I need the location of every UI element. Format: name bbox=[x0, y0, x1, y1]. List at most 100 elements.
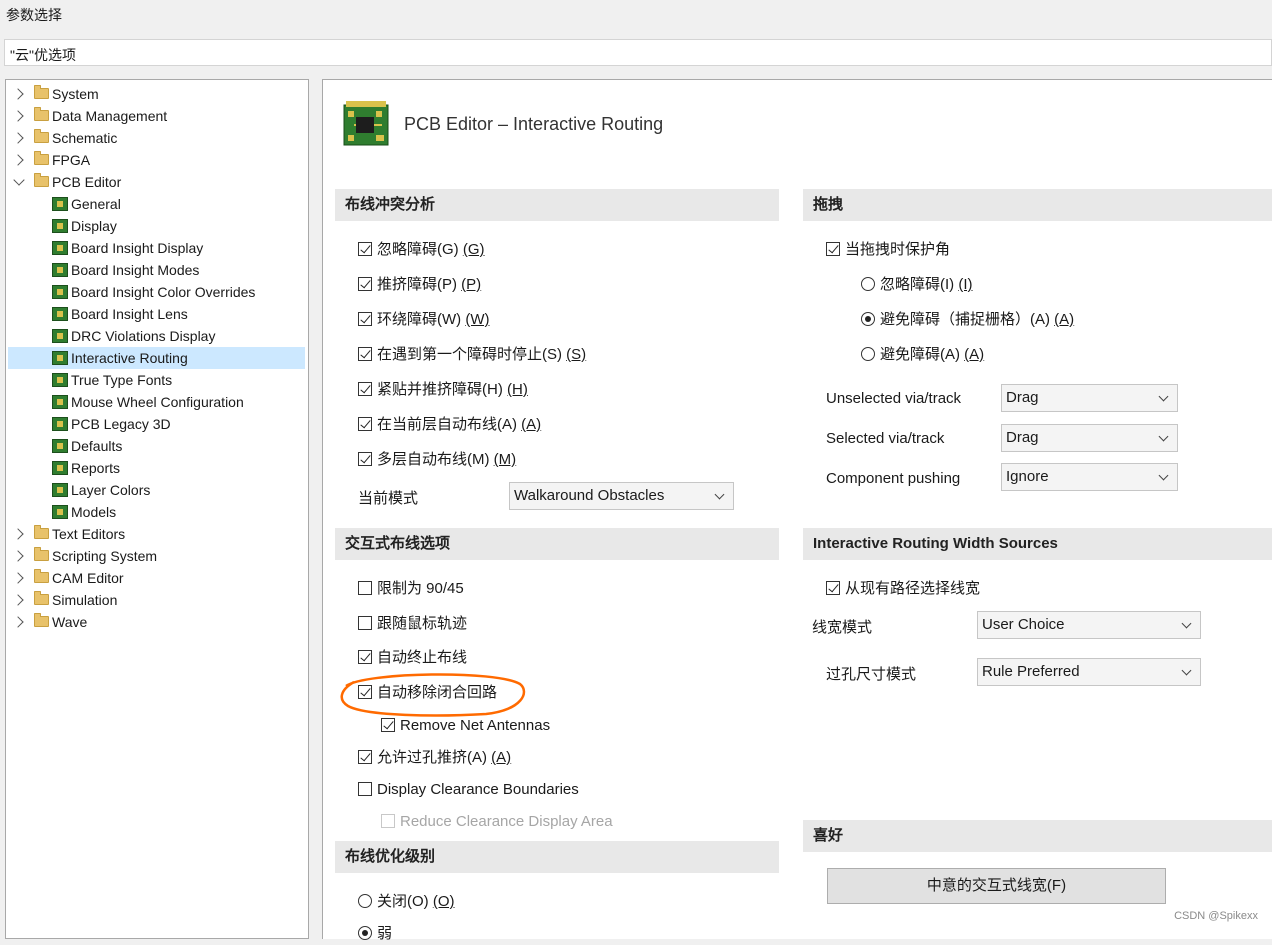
checkbox[interactable] bbox=[358, 312, 372, 326]
pcb-page-icon bbox=[52, 219, 68, 233]
tree-item-true-type-fonts[interactable]: True Type Fonts bbox=[8, 369, 305, 391]
via-size-mode-select[interactable]: Rule Preferred bbox=[977, 658, 1201, 686]
chevron-right-icon[interactable] bbox=[12, 616, 24, 628]
tree-item-layer-colors[interactable]: Layer Colors bbox=[8, 479, 305, 501]
pcb-page-icon bbox=[52, 461, 68, 475]
tree-item-scripting-system[interactable]: Scripting System bbox=[8, 545, 305, 567]
tree-item-text-editors[interactable]: Text Editors bbox=[8, 523, 305, 545]
tree-item-label: Simulation bbox=[52, 592, 118, 608]
checkbox[interactable] bbox=[358, 452, 372, 466]
pcb-page-icon bbox=[52, 329, 68, 343]
option-label: Remove Net Antennas bbox=[400, 715, 550, 737]
option-text: 忽略障碍(I) bbox=[880, 276, 955, 293]
component-pushing-select[interactable]: Ignore bbox=[1001, 463, 1178, 491]
access-key: (M) bbox=[493, 451, 517, 468]
tree-item-label: Text Editors bbox=[52, 526, 126, 542]
tree-item-drc-violations-display[interactable]: DRC Violations Display bbox=[8, 325, 305, 347]
checkbox[interactable] bbox=[358, 417, 372, 431]
checkbox[interactable] bbox=[358, 242, 372, 256]
checkbox[interactable] bbox=[358, 616, 372, 630]
chevron-right-icon[interactable] bbox=[12, 154, 24, 166]
access-key: (S) bbox=[566, 346, 587, 363]
chevron-right-icon[interactable] bbox=[12, 550, 24, 562]
tree-item-cam-editor[interactable]: CAM Editor bbox=[8, 567, 305, 589]
tree-item-board-insight-color-overrides[interactable]: Board Insight Color Overrides bbox=[8, 281, 305, 303]
radio-button[interactable] bbox=[861, 347, 875, 361]
tree-item-data-management[interactable]: Data Management bbox=[8, 105, 305, 127]
chevron-right-icon[interactable] bbox=[12, 88, 24, 100]
pcb-page-icon bbox=[52, 307, 68, 321]
chevron-right-icon[interactable] bbox=[12, 110, 24, 122]
tree-item-label: Scripting System bbox=[52, 548, 158, 564]
unselected-via-select[interactable]: Drag bbox=[1001, 384, 1178, 412]
tree-item-models[interactable]: Models bbox=[8, 501, 305, 523]
tab-cloud-prefs[interactable]: "云"优选项 bbox=[10, 45, 76, 65]
checkbox[interactable] bbox=[358, 581, 372, 595]
width-mode-select[interactable]: User Choice bbox=[977, 611, 1201, 639]
option-label: 自动终止布线 bbox=[377, 647, 467, 669]
preferences-tree[interactable]: System Data Management Schematic FPGA PCB Ed… bbox=[5, 79, 309, 939]
radio-button[interactable] bbox=[358, 894, 372, 908]
tree-item-board-insight-display[interactable]: Board Insight Display bbox=[8, 237, 305, 259]
folder-icon bbox=[34, 107, 49, 121]
option-label: 关闭(O) (O) bbox=[377, 891, 455, 913]
tree-item-wave[interactable]: Wave bbox=[8, 611, 305, 633]
checkbox[interactable] bbox=[358, 750, 372, 764]
selected-via-select[interactable]: Drag bbox=[1001, 424, 1178, 452]
tree-item-interactive-routing[interactable]: Interactive Routing bbox=[8, 347, 305, 369]
tree-item-simulation[interactable]: Simulation bbox=[8, 589, 305, 611]
chevron-down-icon bbox=[1158, 470, 1169, 481]
favorite-widths-button[interactable]: 中意的交互式线宽(F) bbox=[827, 868, 1166, 904]
tree-item-pcb-editor[interactable]: PCB Editor bbox=[8, 171, 305, 193]
tree-item-display[interactable]: Display bbox=[8, 215, 305, 237]
radio-button[interactable] bbox=[861, 277, 875, 291]
checkbox[interactable] bbox=[358, 782, 372, 796]
tree-item-board-insight-modes[interactable]: Board Insight Modes bbox=[8, 259, 305, 281]
access-key: (G) bbox=[462, 241, 485, 258]
folder-icon bbox=[34, 525, 49, 539]
option-label: 忽略障碍(I) (I) bbox=[880, 274, 973, 296]
tree-item-mouse-wheel-configuration[interactable]: Mouse Wheel Configuration bbox=[8, 391, 305, 413]
chevron-right-icon[interactable] bbox=[12, 594, 24, 606]
tree-item-label: Defaults bbox=[71, 438, 123, 454]
radio-button[interactable] bbox=[861, 312, 875, 326]
tree-item-label: Reports bbox=[71, 460, 121, 476]
tree-item-defaults[interactable]: Defaults bbox=[8, 435, 305, 457]
tree-item-schematic[interactable]: Schematic bbox=[8, 127, 305, 149]
current-mode-select[interactable]: Walkaround Obstacles bbox=[509, 482, 734, 510]
tree-item-reports[interactable]: Reports bbox=[8, 457, 305, 479]
option-label: 环绕障碍(W) (W) bbox=[377, 309, 489, 331]
radio-button[interactable] bbox=[358, 926, 372, 940]
access-key: (W) bbox=[465, 311, 490, 328]
checkbox[interactable] bbox=[381, 718, 395, 732]
checkbox[interactable] bbox=[358, 347, 372, 361]
tree-item-label: Interactive Routing bbox=[71, 350, 188, 366]
option-text: 环绕障碍(W) bbox=[377, 311, 462, 328]
folder-icon bbox=[34, 151, 49, 165]
checkbox[interactable] bbox=[358, 650, 372, 664]
option-label: 多层自动布线(M) (M) bbox=[377, 449, 516, 471]
option-label: Reduce Clearance Display Area bbox=[400, 811, 613, 833]
checkbox[interactable] bbox=[826, 242, 840, 256]
tree-item-board-insight-lens[interactable]: Board Insight Lens bbox=[8, 303, 305, 325]
checkbox[interactable] bbox=[358, 382, 372, 396]
option-label: 允许过孔推挤(A) (A) bbox=[377, 747, 511, 769]
chevron-down-icon[interactable] bbox=[13, 174, 25, 186]
pcb-page-icon bbox=[52, 439, 68, 453]
tree-item-system[interactable]: System bbox=[8, 83, 305, 105]
chevron-right-icon[interactable] bbox=[12, 528, 24, 540]
chevron-right-icon[interactable] bbox=[12, 132, 24, 144]
tree-item-pcb-legacy-3d[interactable]: PCB Legacy 3D bbox=[8, 413, 305, 435]
watermark: CSDN @Spikexx bbox=[1174, 910, 1258, 922]
pcb-page-icon bbox=[52, 417, 68, 431]
tree-item-label: Board Insight Modes bbox=[71, 262, 200, 278]
tree-item-fpga[interactable]: FPGA bbox=[8, 149, 305, 171]
checkbox[interactable] bbox=[358, 277, 372, 291]
pcb-page-icon bbox=[52, 351, 68, 365]
tree-item-label: Board Insight Lens bbox=[71, 306, 188, 322]
tree-item-general[interactable]: General bbox=[8, 193, 305, 215]
checkbox[interactable] bbox=[826, 581, 840, 595]
tree-item-label: General bbox=[71, 196, 121, 212]
tree-item-label: Display bbox=[71, 218, 117, 234]
chevron-right-icon[interactable] bbox=[12, 572, 24, 584]
